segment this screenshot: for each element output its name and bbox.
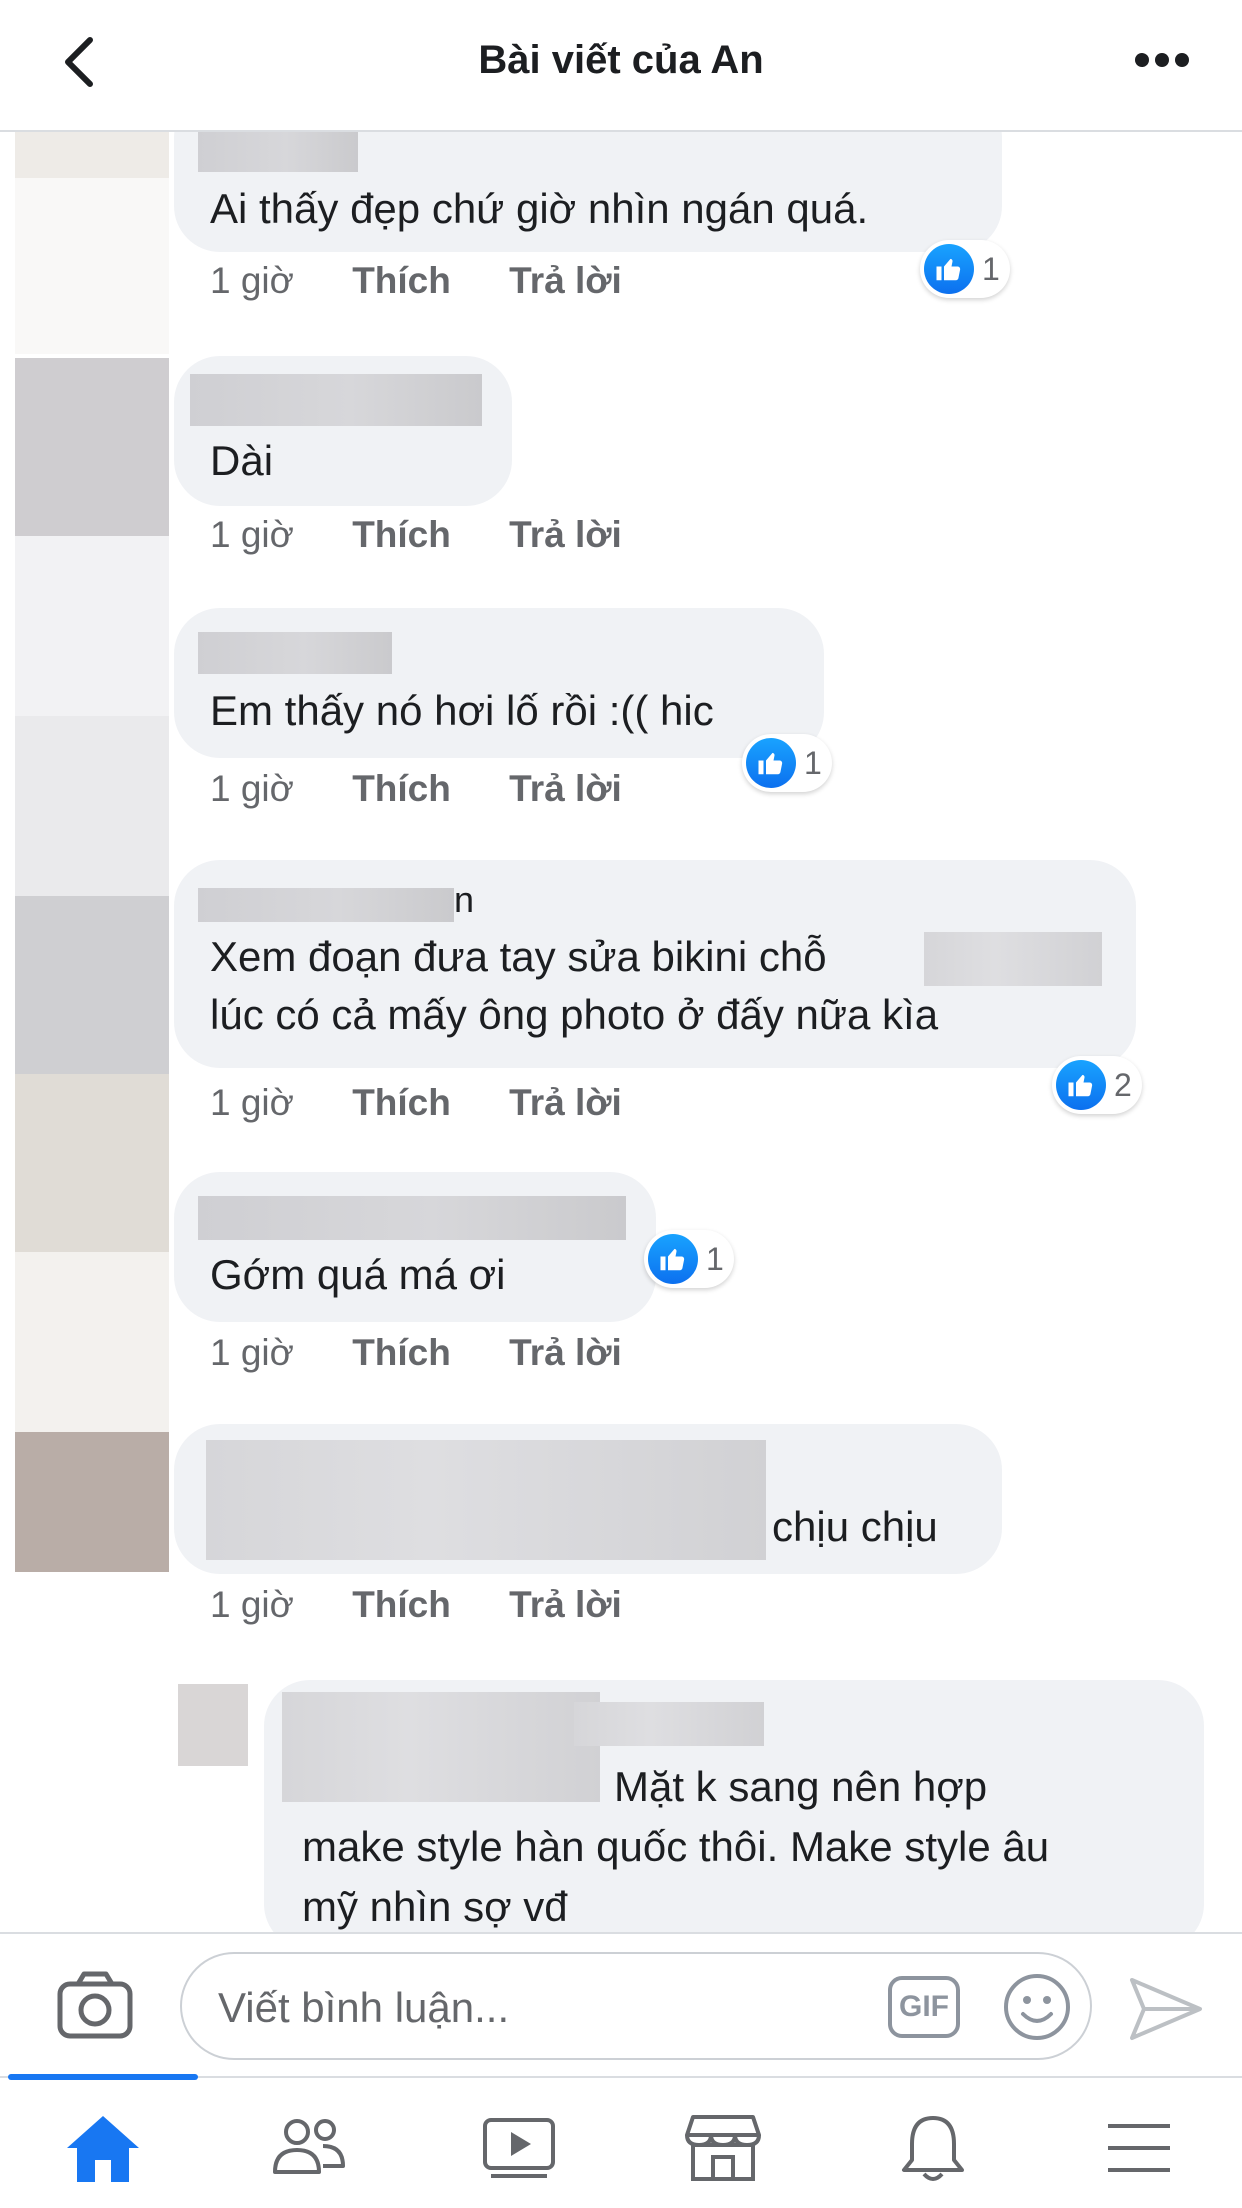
notifications-icon [902,2116,964,2181]
avatar [15,1252,169,1432]
reply-button[interactable]: Trả lời [509,1584,622,1625]
comment-meta: 1 giờ Thích Trả lời [210,260,622,302]
comment-time[interactable]: 1 giờ [210,514,294,555]
reaction-count: 2 [1114,1066,1132,1103]
avatar-column [15,132,169,1572]
tab-menu[interactable] [1094,2108,1184,2188]
comment-text-line-1: Xem đoạn đưa tay sửa bikini chỗ [210,933,827,980]
bottom-navigation [0,2074,1242,2208]
avatar[interactable] [15,132,169,178]
camera-button[interactable] [56,1968,134,2040]
reaction-count: 1 [804,744,822,781]
like-button[interactable]: Thích [352,1082,451,1123]
comment-text-line-2: lúc có cả mấy ông photo ở đấy nữa kìa [210,991,939,1038]
top-bar: Bài viết của An [0,0,1242,132]
tab-home[interactable] [58,2108,148,2188]
like-button[interactable]: Thích [352,514,451,555]
emoji-icon [1004,1974,1070,2040]
comment-text: chịu chịu [772,1503,938,1550]
comment-input[interactable]: Viết bình luận... GIF [180,1952,1092,2060]
comment-text-line-3: mỹ nhìn sợ vđ [302,1883,568,1930]
commenter-name[interactable] [198,888,454,922]
redacted-text [206,1440,766,1560]
redacted-text [924,932,1102,986]
commenter-name-tail: n [454,879,475,920]
active-tab-indicator [8,2074,198,2080]
comment-text-line-2: make style hàn quốc thôi. Make style âu [302,1823,1050,1870]
thumbs-up-icon [746,738,796,788]
reaction-badge[interactable]: 1 [920,240,1010,298]
comment-time[interactable]: 1 giờ [210,1082,294,1123]
watch-icon [483,2118,555,2178]
reply-button[interactable]: Trả lời [509,1332,622,1373]
tab-friends[interactable] [264,2108,354,2188]
avatar[interactable] [15,896,169,1074]
reaction-count: 1 [706,1240,724,1277]
reply-button[interactable]: Trả lời [509,260,622,301]
avatar [15,536,169,716]
comment-meta: 1 giờ Thích Trả lời [210,768,622,810]
comment-time[interactable]: 1 giờ [210,260,294,301]
reaction-count: 1 [982,250,1000,287]
commenter-name[interactable] [190,374,482,426]
comment-list[interactable]: Ai thấy đẹp chứ giờ nhìn ngán quá. 1 1 g… [0,132,1242,1932]
reaction-badge[interactable]: 2 [1052,1056,1142,1114]
commenter-name[interactable] [574,1702,764,1746]
comment-meta: 1 giờ Thích Trả lời [210,1584,622,1626]
thumbs-up-icon [648,1234,698,1284]
menu-icon [1108,2124,1170,2172]
comment-time[interactable]: 1 giờ [210,1332,294,1373]
reply-button[interactable]: Trả lời [509,1082,622,1123]
comment-text: Dài [210,437,274,484]
redacted-text [282,1692,600,1802]
avatar[interactable] [15,716,169,896]
comment-meta: 1 giờ Thích Trả lời [210,1332,622,1374]
reply-button[interactable]: Trả lời [509,768,622,809]
tab-watch[interactable] [474,2108,564,2188]
like-button[interactable]: Thích [352,768,451,809]
send-icon [1130,1978,1202,2040]
avatar[interactable] [15,358,169,536]
comment-meta: 1 giờ Thích Trả lời [210,514,622,556]
more-options-button[interactable] [1122,30,1202,90]
avatar[interactable] [178,1684,248,1766]
home-icon [67,2116,139,2182]
comment-time[interactable]: 1 giờ [210,768,294,809]
page-title: Bài viết của An [478,38,764,82]
tab-notifications[interactable] [888,2108,978,2188]
comment-time[interactable]: 1 giờ [210,1584,294,1625]
comment-text: Ai thấy đẹp chứ giờ nhìn ngán quá. [210,185,869,232]
emoji-button[interactable] [1002,1972,1072,2042]
comment-text: Gớm quá má ơi [210,1251,506,1298]
camera-icon [57,1971,133,2039]
thumbs-up-icon [924,244,974,294]
reaction-badge[interactable]: 1 [644,1230,734,1288]
comment-text-line-1: Mặt k sang nên hợp [614,1763,988,1810]
commenter-name[interactable] [198,132,358,172]
like-button[interactable]: Thích [352,1584,451,1625]
thumbs-up-icon [1056,1060,1106,1110]
comment-meta: 1 giờ Thích Trả lời [210,1082,622,1124]
marketplace-icon [685,2115,761,2181]
like-button[interactable]: Thích [352,260,451,301]
comment-text: Em thấy nó hơi lố rồi :(( hic [210,687,714,734]
like-button[interactable]: Thích [352,1332,451,1373]
avatar[interactable] [15,1074,169,1252]
avatar[interactable] [15,1432,169,1572]
commenter-name[interactable] [198,632,392,674]
avatar [15,178,169,354]
gif-button[interactable]: GIF [888,1976,960,2038]
tab-marketplace[interactable] [678,2108,768,2188]
commenter-name[interactable] [198,1196,626,1240]
comment-composer: Viết bình luận... GIF [0,1932,1242,2076]
send-button[interactable] [1128,1974,1204,2044]
reaction-badge[interactable]: 1 [742,734,832,792]
friends-icon [273,2119,345,2174]
reply-button[interactable]: Trả lời [509,514,622,555]
more-horizontal-icon [1135,53,1189,67]
comment-input-placeholder: Viết bình luận... [218,1984,510,2031]
